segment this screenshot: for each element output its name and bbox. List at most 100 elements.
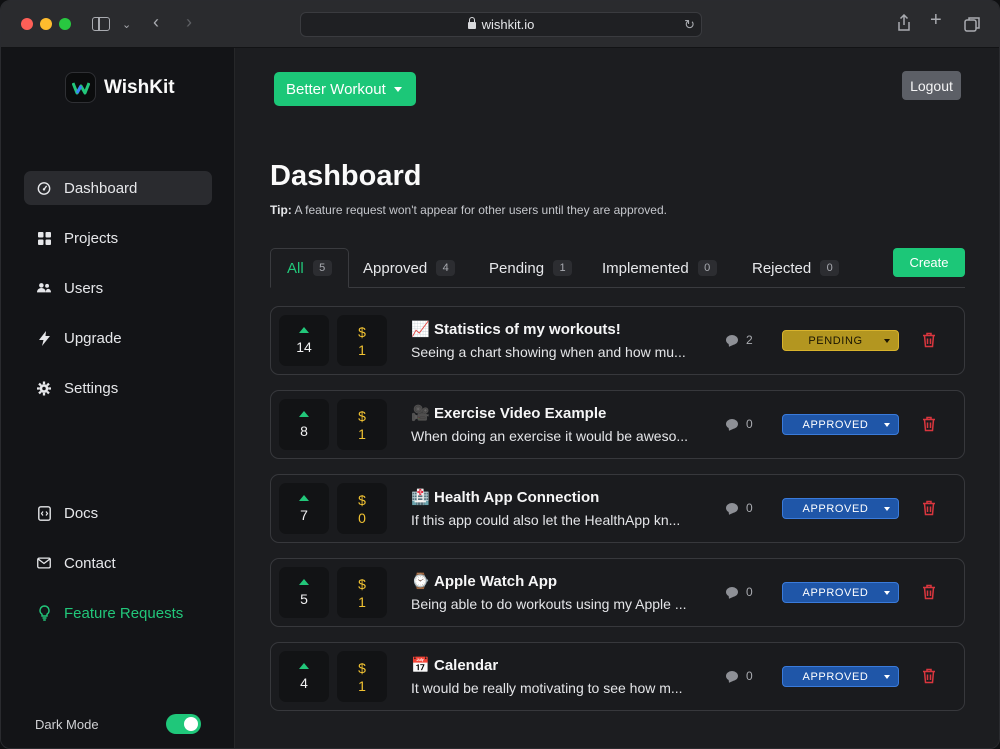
request-text: ⌚ Apple Watch App Being able to do workou… [411,572,711,612]
upvote-button[interactable]: 8 [279,399,329,450]
video-camera-emoji-icon: 🎥 [411,405,430,422]
feature-request-card[interactable]: 7 $ 0 🏥 Health App Connection If this app… [270,474,965,543]
forward-icon[interactable]: › [186,13,192,31]
tab-implemented[interactable]: Implemented 0 [602,248,717,288]
upvote-button[interactable]: 7 [279,483,329,534]
feature-request-card[interactable]: 5 $ 1 ⌚ Apple Watch App Being able to do … [270,558,965,627]
sidebar-toggle-icon[interactable] [92,17,110,31]
caret-down-icon [884,339,890,343]
status-dropdown[interactable]: APPROVED [782,498,899,519]
sidebar-item-dashboard[interactable]: Dashboard [24,171,212,205]
comment-count: 0 [726,417,753,431]
upvote-button[interactable]: 14 [279,315,329,366]
comment-icon [726,419,738,429]
tab-approved[interactable]: Approved 4 [363,248,456,288]
request-description: Seeing a chart showing when and how mu..… [411,344,686,360]
status-dropdown[interactable]: APPROVED [782,666,899,687]
caret-down-icon [884,507,890,511]
project-selector-button[interactable]: Better Workout [274,72,416,106]
sidebar-item-projects[interactable]: Projects [24,221,212,255]
sidebar-item-label: Contact [64,554,116,572]
comment-icon [726,335,738,345]
brand-name: WishKit [104,76,175,98]
sidebar-item-label: Dashboard [64,179,138,197]
feature-request-card[interactable]: 8 $ 1 🎥 Exercise Video Example When doing… [270,390,965,459]
sidebar-item-feature-requests[interactable]: Feature Requests [24,596,212,630]
trash-icon[interactable] [922,332,936,348]
feature-request-card[interactable]: 14 $ 1 📈 Statistics of my workouts! Seein… [270,306,965,375]
feature-request-card[interactable]: 4 $ 1 📅 Calendar It would be really motiv… [270,642,965,711]
comment-count: 2 [726,333,753,347]
sidebar-item-docs[interactable]: Docs [24,496,212,530]
sidebar-item-contact[interactable]: Contact [24,546,212,580]
sidebar-item-label: Docs [64,504,99,522]
upvote-arrow-icon [299,662,309,669]
tab-pending[interactable]: Pending 1 [489,248,573,288]
chevron-down-icon[interactable]: ⌄ [122,18,131,33]
tab-all[interactable]: All 5 [270,248,349,288]
request-title-row: 📈 Statistics of my workouts! [411,320,711,338]
hospital-emoji-icon: 🏥 [411,489,430,506]
reload-icon[interactable]: ↻ [684,17,695,33]
sidebar-item-settings[interactable]: Settings [24,371,212,405]
vote-count: 4 [300,674,308,691]
trash-icon[interactable] [922,668,936,684]
vote-count: 8 [300,422,308,439]
new-tab-icon[interactable]: + [930,10,942,30]
payment-value: 0 [358,509,366,526]
share-icon[interactable] [897,13,911,35]
status-dropdown[interactable]: PENDING [782,330,899,351]
dark-mode-toggle[interactable] [166,714,201,734]
payment-box: $ 1 [337,567,387,618]
caret-down-icon [884,675,890,679]
upvote-button[interactable]: 5 [279,567,329,618]
gauge-icon [37,181,51,195]
vote-count: 14 [296,338,312,355]
caret-down-icon [884,591,890,595]
tab-count: 0 [820,260,840,276]
lock-icon [467,17,476,29]
trash-icon[interactable] [922,500,936,516]
status-dropdown[interactable]: APPROVED [782,582,899,603]
upvote-arrow-icon [299,410,309,417]
request-title: Calendar [434,657,499,674]
tab-rejected[interactable]: Rejected 0 [752,248,840,288]
back-icon[interactable]: ‹ [153,13,159,31]
logout-button[interactable]: Logout [902,71,961,100]
calendar-emoji-icon: 📅 [411,657,430,674]
request-title-row: 📅 Calendar [411,656,711,674]
tab-label: Rejected [752,259,812,277]
request-description: It would be really motivating to see how… [411,680,683,696]
upvote-arrow-icon [299,578,309,585]
sidebar-item-users[interactable]: Users [24,271,212,305]
brand[interactable]: WishKit [65,72,175,103]
zoom-window-button[interactable] [59,18,71,30]
trash-icon[interactable] [922,416,936,432]
vote-count: 5 [300,590,308,607]
sidebar-item-label: Settings [64,379,119,397]
tabs-overview-icon[interactable] [964,16,981,36]
sidebar: WishKit Dashboard Projects Users Upgrade [1,48,235,748]
tip-label: Tip: [270,203,292,217]
grid-icon [37,231,51,245]
minimize-window-button[interactable] [40,18,52,30]
request-description: Being able to do workouts using my Apple… [411,596,687,612]
tab-count: 1 [553,260,573,276]
close-window-button[interactable] [21,18,33,30]
chart-emoji-icon: 📈 [411,321,430,338]
dollar-sign: $ [358,407,366,424]
wishkit-logo-icon [65,72,96,103]
create-button[interactable]: Create [893,248,965,277]
address-bar[interactable]: wishkit.io ↻ [300,12,702,37]
tab-label: All [287,259,304,277]
lightbulb-icon [37,605,51,621]
comment-number: 0 [746,417,753,431]
sidebar-item-label: Users [64,279,104,297]
sidebar-item-upgrade[interactable]: Upgrade [24,321,212,355]
upvote-button[interactable]: 4 [279,651,329,702]
status-dropdown[interactable]: APPROVED [782,414,899,435]
trash-icon[interactable] [922,584,936,600]
status-label: PENDING [808,334,863,347]
main-content: Better Workout Logout Dashboard Tip: A f… [235,48,999,748]
request-text: 📅 Calendar It would be really motivating … [411,656,711,696]
